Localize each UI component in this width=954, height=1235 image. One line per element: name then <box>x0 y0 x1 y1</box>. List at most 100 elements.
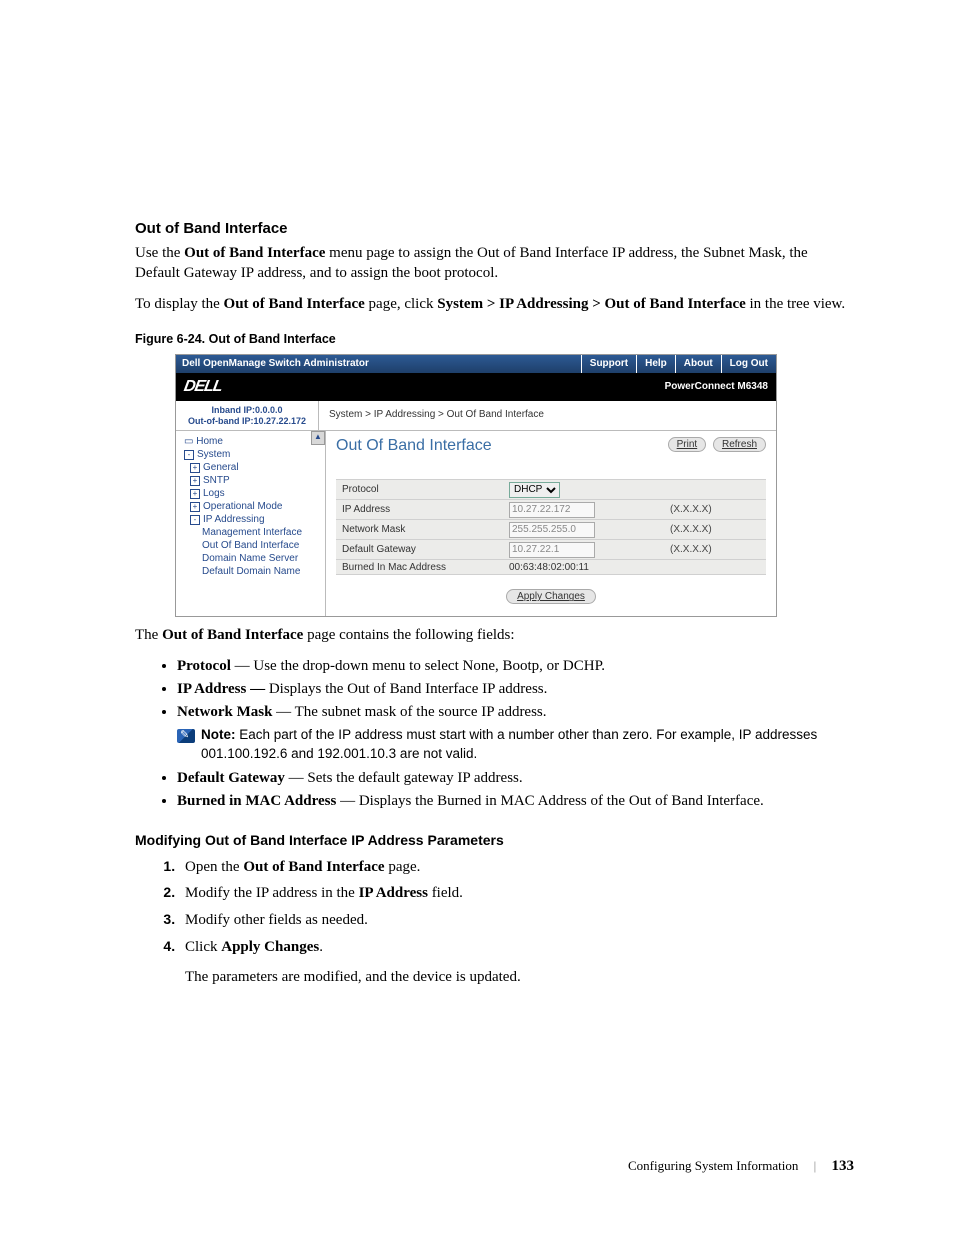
hint: (X.X.X.X) <box>664 540 766 560</box>
oob-ip: 10.27.22.172 <box>253 416 306 426</box>
section-title: Out of Band Interface <box>135 220 854 237</box>
print-button[interactable]: Print <box>668 437 707 452</box>
tree-label: Out Of Band Interface <box>202 540 299 551</box>
refresh-button[interactable]: Refresh <box>713 437 766 452</box>
tree-label: Domain Name Server <box>202 553 298 564</box>
text-bold: System > IP Addressing > Out of Band Int… <box>437 296 746 312</box>
collapse-icon[interactable]: - <box>184 450 194 460</box>
field-name: Network Mask <box>177 704 272 720</box>
tree-label: General <box>203 462 239 473</box>
label-protocol: Protocol <box>336 480 503 500</box>
brand-bar: DELL PowerConnect M6348 <box>176 373 776 401</box>
text: Open the <box>185 859 243 875</box>
tree-label: Logs <box>203 488 225 499</box>
step-result: The parameters are modified, and the dev… <box>185 969 854 986</box>
tree-item-system[interactable]: -System <box>180 448 325 461</box>
tree-item-home[interactable]: ▭ Home <box>180 435 325 448</box>
tree-item-mgmt-iface[interactable]: Management Interface <box>180 526 325 539</box>
steps-list: Open the Out of Band Interface page. Mod… <box>135 856 854 959</box>
note-text: Each part of the IP address must start w… <box>201 727 817 761</box>
figure-caption: Figure 6-24. Out of Band Interface <box>135 332 854 346</box>
footer-page-number: 133 <box>832 1158 855 1174</box>
text-bold: IP Address <box>359 885 428 901</box>
step-3: Modify other fields as needed. <box>179 909 854 932</box>
gateway-input[interactable] <box>509 542 595 558</box>
intro-paragraph: Use the Out of Band Interface menu page … <box>135 243 854 284</box>
screenshot: Dell OpenManage Switch Administrator Sup… <box>175 354 777 618</box>
mac-value: 00:63:48:02:00:11 <box>503 560 664 575</box>
collapse-icon[interactable]: - <box>190 515 200 525</box>
ip-input[interactable] <box>509 502 595 518</box>
text-bold: Out of Band Interface <box>224 296 365 312</box>
tree-label: IP Addressing <box>203 514 265 525</box>
expand-icon[interactable]: + <box>190 502 200 512</box>
expand-icon[interactable]: + <box>190 476 200 486</box>
protocol-select[interactable]: DHCP <box>509 482 560 498</box>
navigation-paragraph: To display the Out of Band Interface pag… <box>135 294 854 314</box>
text: page. <box>385 859 421 875</box>
nav-support[interactable]: Support <box>581 355 636 373</box>
tree-item-sntp[interactable]: +SNTP <box>180 474 325 487</box>
footer-chapter: Configuring System Information <box>628 1158 798 1173</box>
breadcrumb: System > IP Addressing > Out Of Band Int… <box>319 401 776 431</box>
field-desc: — The subnet mask of the source IP addre… <box>272 704 546 720</box>
label-gateway: Default Gateway <box>336 540 503 560</box>
field-name: Burned in MAC Address <box>177 793 336 809</box>
text: page contains the following fields: <box>303 627 514 643</box>
field-ip: IP Address — Displays the Out of Band In… <box>177 679 854 699</box>
tree-label: SNTP <box>203 475 230 486</box>
tree-item-logs[interactable]: +Logs <box>180 487 325 500</box>
nav-tree: ▲ ▭ Home -System +General +SNTP +Logs +O… <box>176 431 326 616</box>
label-mac: Burned In Mac Address <box>336 560 503 575</box>
text: Modify the IP address in the <box>185 885 359 901</box>
apply-changes-button[interactable]: Apply Changes <box>506 589 596 604</box>
tree-label: Operational Mode <box>203 501 283 512</box>
text-bold: Out of Band Interface <box>184 245 325 261</box>
inband-ip: 0.0.0.0 <box>255 405 283 415</box>
oob-label: Out-of-band IP: <box>188 416 253 426</box>
label-mask: Network Mask <box>336 520 503 540</box>
nav-help[interactable]: Help <box>636 355 675 373</box>
row-gateway: Default Gateway (X.X.X.X) <box>336 540 766 560</box>
expand-icon[interactable]: + <box>190 463 200 473</box>
step-1: Open the Out of Band Interface page. <box>179 856 854 879</box>
tree-item-ipaddr[interactable]: -IP Addressing <box>180 513 325 526</box>
text-bold: Out of Band Interface <box>243 859 384 875</box>
ip-bar: Inband IP:0.0.0.0 Out-of-band IP:10.27.2… <box>176 401 776 432</box>
tree-item-opmode[interactable]: +Operational Mode <box>180 500 325 513</box>
field-protocol: Protocol — Use the drop-down menu to sel… <box>177 656 854 676</box>
page-footer: Configuring System Information | 133 <box>628 1158 854 1175</box>
app-title: Dell OpenManage Switch Administrator <box>176 358 581 369</box>
dell-logo: DELL <box>182 378 223 396</box>
field-mac: Burned in MAC Address — Displays the Bur… <box>177 791 854 811</box>
tree-item-domain[interactable]: Default Domain Name <box>180 565 325 578</box>
mask-input[interactable] <box>509 522 595 538</box>
tree-item-general[interactable]: +General <box>180 461 325 474</box>
scroll-up-icon[interactable]: ▲ <box>311 431 325 445</box>
expand-icon[interactable]: + <box>190 489 200 499</box>
nav-logout[interactable]: Log Out <box>721 355 776 373</box>
hint <box>664 480 766 500</box>
nav-about[interactable]: About <box>675 355 721 373</box>
tree-label: Management Interface <box>202 527 302 538</box>
tree-item-dns[interactable]: Domain Name Server <box>180 552 325 565</box>
text: page, click <box>365 296 437 312</box>
field-list: Protocol — Use the drop-down menu to sel… <box>135 656 854 812</box>
text: To display the <box>135 296 224 312</box>
tree-label: Home <box>196 436 223 447</box>
field-desc: — Sets the default gateway IP address. <box>285 770 523 786</box>
step-4: Click Apply Changes. <box>179 936 854 959</box>
tree-label: System <box>197 449 230 460</box>
text-bold: Out of Band Interface <box>162 627 303 643</box>
row-protocol: Protocol DHCP <box>336 480 766 500</box>
hint: (X.X.X.X) <box>664 500 766 520</box>
label-ip: IP Address <box>336 500 503 520</box>
row-mac: Burned In Mac Address 00:63:48:02:00:11 <box>336 560 766 575</box>
text: in the tree view. <box>746 296 845 312</box>
field-name: Protocol <box>177 658 231 674</box>
field-name: IP Address — <box>177 681 265 697</box>
text: . <box>319 939 323 955</box>
config-table: Protocol DHCP IP Address (X.X.X.X) Netwo… <box>336 479 766 575</box>
tree-item-oob-iface[interactable]: Out Of Band Interface <box>180 539 325 552</box>
modify-heading: Modifying Out of Band Interface IP Addre… <box>135 832 854 848</box>
